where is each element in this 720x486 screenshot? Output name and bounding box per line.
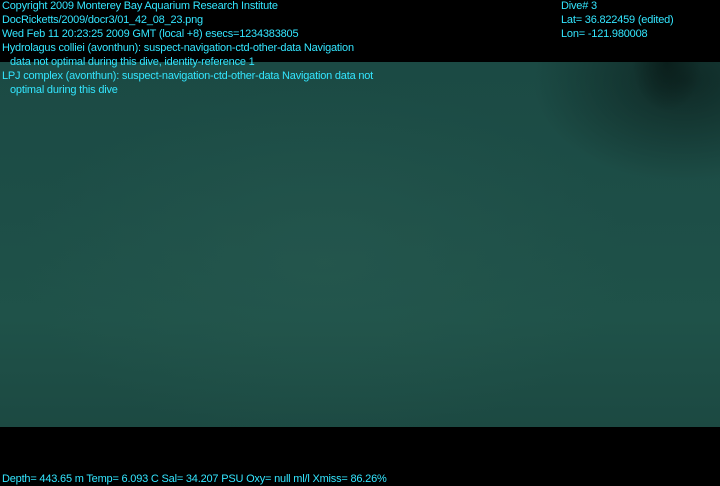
longitude-text: Lon= -121.980008 — [561, 28, 648, 40]
top-right-overlay: Dive# 3 Lat= 36.822459 (edited) Lon= -12… — [561, 0, 674, 41]
latitude-text: Lat= 36.822459 (edited) — [561, 14, 674, 26]
annotation-1-line-1: Hydrolagus colliei (avonthun): suspect-n… — [2, 42, 354, 54]
sensor-readout-text: Depth= 443.65 m Temp= 6.093 C Sal= 34.20… — [2, 473, 387, 485]
annotation-2-line-2: optimal during this dive — [10, 84, 118, 96]
annotation-2-line-1: LPJ complex (avonthun): suspect-navigati… — [2, 70, 374, 82]
dive-number-text: Dive# 3 — [561, 0, 597, 12]
file-path-text: DocRicketts/2009/docr3/01_42_08_23.png — [2, 14, 203, 26]
underwater-video-frame — [0, 62, 720, 427]
copyright-text: Copyright 2009 Monterey Bay Aquarium Res… — [2, 0, 278, 12]
annotation-1-line-2: data not optimal during this dive, ident… — [10, 56, 255, 68]
timestamp-text: Wed Feb 11 20:23:25 2009 GMT (local +8) … — [2, 28, 299, 40]
top-left-overlay: Copyright 2009 Monterey Bay Aquarium Res… — [2, 0, 373, 97]
sensor-readout-footer: Depth= 443.65 m Temp= 6.093 C Sal= 34.20… — [2, 472, 387, 486]
dark-shadow-object — [632, 62, 702, 112]
